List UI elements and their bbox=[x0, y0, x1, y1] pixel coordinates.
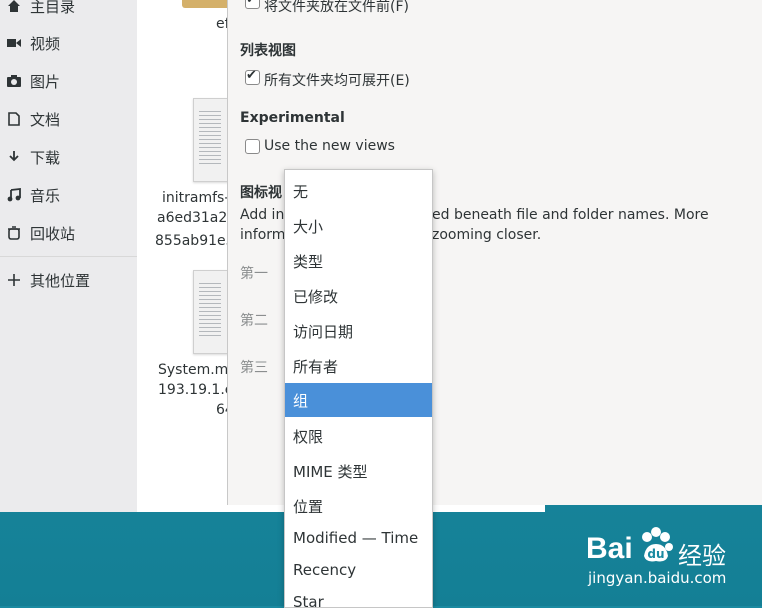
new-views-label: Use the new views bbox=[264, 138, 395, 154]
caption-first-label: 第一 bbox=[240, 266, 268, 282]
folder-icon[interactable] bbox=[182, 0, 230, 8]
menu-item-star[interactable]: Star bbox=[285, 585, 432, 607]
sidebar-item-other-locations[interactable]: 其他位置 bbox=[6, 265, 90, 295]
expand-folders-label: 所有文件夹均可展开(E) bbox=[264, 73, 410, 89]
list-view-header: 列表视图 bbox=[240, 43, 296, 59]
paw-icon: du bbox=[636, 526, 676, 566]
watermark-brand: Bai bbox=[586, 532, 633, 565]
sidebar-item-trash[interactable]: 回收站 bbox=[6, 218, 75, 248]
menu-item-mime-type[interactable]: MIME 类型 bbox=[285, 454, 432, 488]
document-thumbnail[interactable] bbox=[193, 270, 231, 354]
sidebar-item-home[interactable]: 主目录 bbox=[6, 0, 75, 21]
menu-item-size[interactable]: 大小 bbox=[285, 209, 432, 243]
camera-icon bbox=[6, 73, 22, 89]
sidebar-item-label: 视频 bbox=[30, 34, 61, 53]
sidebar-item-label: 音乐 bbox=[30, 186, 61, 205]
menu-item-owner[interactable]: 所有者 bbox=[285, 349, 432, 383]
document-thumbnail[interactable] bbox=[193, 98, 231, 182]
menu-item-modified-time[interactable]: Modified — Time bbox=[285, 521, 432, 555]
watermark-url: jingyan.baidu.com bbox=[588, 569, 727, 587]
video-icon bbox=[6, 35, 22, 51]
folders-first-checkbox[interactable] bbox=[245, 0, 260, 9]
menu-item-location[interactable]: 位置 bbox=[285, 489, 432, 523]
sidebar-item-label: 下载 bbox=[30, 148, 61, 167]
menu-item-none[interactable]: 无 bbox=[285, 174, 432, 208]
watermark-brand-du: du bbox=[647, 547, 664, 561]
sidebar-item-music[interactable]: 音乐 bbox=[6, 180, 60, 210]
sidebar: 主目录 视频 图片 文档 下载 音乐 回收站 其他位置 bbox=[0, 0, 138, 512]
icon-view-header: 图标视 bbox=[240, 185, 282, 201]
new-views-checkbox[interactable] bbox=[245, 139, 260, 154]
caption-dropdown-menu: 无 大小 类型 已修改 访问日期 所有者 组 权限 MIME 类型 位置 Mod… bbox=[284, 169, 433, 608]
menu-item-modified[interactable]: 已修改 bbox=[285, 279, 432, 313]
caption-third-label: 第三 bbox=[240, 360, 268, 376]
sidebar-item-pictures[interactable]: 图片 bbox=[6, 66, 60, 96]
sidebar-item-label: 回收站 bbox=[30, 224, 76, 243]
download-icon bbox=[6, 149, 22, 165]
home-icon bbox=[6, 0, 22, 14]
expand-folders-checkbox[interactable] bbox=[245, 68, 260, 85]
watermark-suffix: 经验 bbox=[678, 542, 726, 570]
music-icon bbox=[6, 187, 22, 203]
sidebar-item-label: 文档 bbox=[30, 110, 61, 129]
sidebar-divider bbox=[0, 256, 137, 257]
sidebar-item-videos[interactable]: 视频 bbox=[6, 28, 60, 58]
trash-icon bbox=[6, 225, 22, 241]
menu-item-recency[interactable]: Recency bbox=[285, 553, 432, 587]
file-name[interactable]: a6ed31a24 bbox=[157, 210, 236, 226]
file-name[interactable]: System.ma bbox=[158, 362, 237, 378]
baidu-jingyan-watermark: Bai du 经验 jingyan.baidu.com bbox=[584, 522, 754, 590]
sidebar-item-documents[interactable]: 文档 bbox=[6, 104, 60, 134]
menu-item-group[interactable]: 组 bbox=[285, 383, 432, 417]
file-name[interactable]: 855ab91e5 bbox=[155, 233, 235, 249]
sidebar-item-label: 主目录 bbox=[30, 0, 76, 16]
experimental-header: Experimental bbox=[240, 110, 345, 126]
menu-item-accessed[interactable]: 访问日期 bbox=[285, 314, 432, 348]
plus-icon bbox=[6, 272, 22, 288]
icon-view-description: Add inf bbox=[240, 207, 290, 223]
menu-item-permissions[interactable]: 权限 bbox=[285, 419, 432, 453]
sidebar-item-label: 图片 bbox=[30, 72, 61, 91]
menu-item-type[interactable]: 类型 bbox=[285, 244, 432, 278]
icon-view-description: zooming closer. bbox=[432, 227, 542, 243]
icon-view-description: ed beneath file and folder names. More bbox=[432, 207, 709, 223]
sidebar-item-label: 其他位置 bbox=[30, 271, 91, 290]
document-icon bbox=[6, 111, 22, 127]
caption-second-label: 第二 bbox=[240, 313, 268, 329]
folders-first-label: 将文件夹放在文件前(F) bbox=[264, 0, 409, 15]
file-name[interactable]: 193.19.1.e bbox=[158, 382, 233, 398]
sidebar-item-downloads[interactable]: 下载 bbox=[6, 142, 60, 172]
